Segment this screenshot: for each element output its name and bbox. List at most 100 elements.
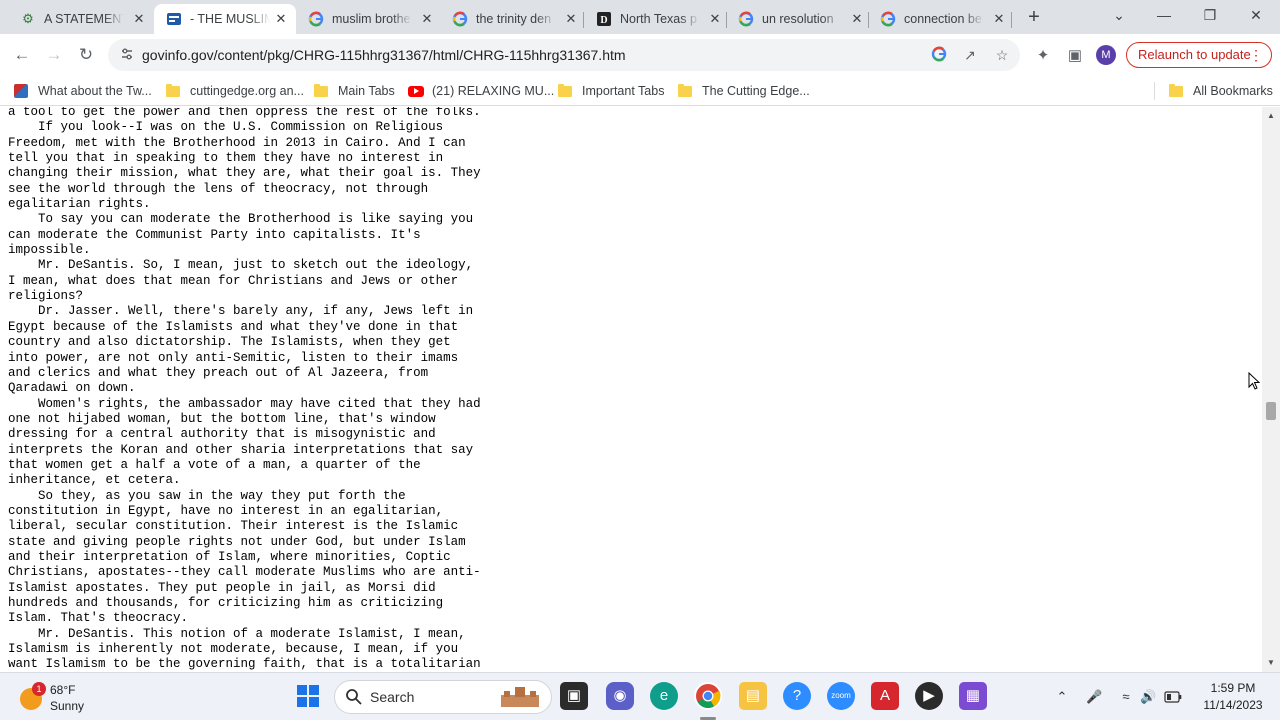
close-icon[interactable]: ✕ <box>564 12 578 26</box>
zoom-icon[interactable]: zoom <box>827 682 855 710</box>
transcript-line: inheritance, et cetera. <box>8 473 181 488</box>
youtube-icon <box>408 85 424 97</box>
google-lens-icon[interactable] <box>930 46 948 64</box>
new-tab-button[interactable]: + <box>1022 6 1046 30</box>
site-info-icon[interactable] <box>120 47 134 61</box>
close-icon[interactable]: ✕ <box>708 12 722 26</box>
transcript-line: Mr. DeSantis. So, I mean, just to sketch… <box>8 258 474 273</box>
task-view-icon[interactable]: ▣ <box>560 682 588 710</box>
transcript-line: Mr. DeSantis. This notion of a moderate … <box>8 626 466 641</box>
file-explorer-icon[interactable]: ▤ <box>739 682 767 710</box>
google-icon <box>880 11 896 27</box>
menu-dots-icon[interactable]: ⋮ <box>1249 43 1263 67</box>
tab-connection-be[interactable]: connection be ✕ <box>868 4 1014 34</box>
folder-icon <box>314 83 328 97</box>
tab-the-muslim[interactable]: - THE MUSLIM ✕ <box>154 4 296 34</box>
bookmark-item[interactable]: Main Tabs <box>314 82 395 100</box>
close-icon[interactable]: ✕ <box>420 12 434 26</box>
restore-icon[interactable]: ❐ <box>1198 4 1222 28</box>
transcript-line: can moderate the Communist Party into ca… <box>8 227 421 242</box>
system-clock[interactable]: 1:59 PM 11/14/2023 <box>1193 680 1273 714</box>
bookmark-item[interactable]: What about the Tw... <box>14 82 152 100</box>
transcript-line: interprets the Koran and other sharia in… <box>8 442 474 457</box>
adobe-acrobat-icon[interactable]: A <box>871 682 899 710</box>
reload-button[interactable]: ↻ <box>73 42 99 68</box>
site-icon <box>14 84 28 98</box>
bookmark-item[interactable]: cuttingedge.org an... <box>166 82 304 100</box>
profile-avatar[interactable]: M <box>1096 45 1116 65</box>
transcript-line: state and giving people rights not under… <box>8 534 466 549</box>
video-editor-icon[interactable]: ▦ <box>959 682 987 710</box>
share-icon[interactable]: ↗ <box>961 46 979 64</box>
forward-button[interactable]: → <box>41 42 67 68</box>
tab-title: A STATEMENT <box>44 12 124 26</box>
tab-un-resolution[interactable]: un resolution ✕ <box>726 4 872 34</box>
transcript-line: I mean, what does that mean for Christia… <box>8 273 459 288</box>
tab-title: the trinity den <box>476 12 552 26</box>
bookmark-star-icon[interactable]: ☆ <box>993 46 1011 64</box>
volume-icon[interactable]: 🔊 <box>1140 688 1156 706</box>
transcript-line: tell you that in speaking to them they h… <box>8 151 444 166</box>
transcript-line: want Islamism to be the governing faith,… <box>8 657 481 672</box>
battery-icon[interactable] <box>1164 688 1182 706</box>
tab-the-trinity-den[interactable]: the trinity den ✕ <box>440 4 586 34</box>
clock-time: 1:59 PM <box>1210 681 1256 695</box>
vertical-scrollbar[interactable]: ▲ ▼ <box>1262 107 1280 672</box>
chrome-browser-icon[interactable] <box>694 682 722 710</box>
publication-icon: D <box>596 11 612 27</box>
close-icon[interactable]: ✕ <box>850 12 864 26</box>
transcript-line: a tool to get the power and then oppress… <box>8 107 481 119</box>
tab-separator <box>726 12 727 28</box>
microphone-icon[interactable]: 🎤 <box>1086 688 1102 706</box>
google-icon <box>308 11 324 27</box>
windows-taskbar: 1 68°F Sunny Search ▣ ◉ e ▤ ? zoom A ▶ ▦… <box>0 672 1280 720</box>
help-icon[interactable]: ? <box>783 682 811 710</box>
gear-icon: ⚙ <box>22 11 34 26</box>
tab-search-icon[interactable]: ⌄ <box>1107 4 1131 28</box>
scrollbar-thumb[interactable] <box>1266 402 1276 420</box>
tab-strip: ⚙ A STATEMENT ✕ - THE MUSLIM ✕ muslim br… <box>0 0 1280 34</box>
windows-start-icon[interactable] <box>294 682 322 710</box>
edge-browser-icon[interactable]: e <box>650 682 678 710</box>
wifi-icon[interactable]: ≈ <box>1118 688 1134 706</box>
transcript-line: religions? <box>8 289 84 304</box>
address-bar[interactable]: govinfo.gov/content/pkg/CHRG-115hhrg3136… <box>108 39 1020 71</box>
scroll-down-arrow-icon[interactable]: ▼ <box>1266 658 1276 668</box>
folder-icon <box>558 83 572 97</box>
search-icon <box>346 689 362 705</box>
transcript-line: If you look--I was on the U.S. Commissio… <box>8 120 444 135</box>
back-button[interactable]: ← <box>9 42 35 68</box>
extensions-icon[interactable]: ✦ <box>1034 47 1052 65</box>
tab-a-statement[interactable]: ⚙ A STATEMENT ✕ <box>8 4 154 34</box>
close-icon[interactable]: ✕ <box>274 12 288 26</box>
transcript-line: country and also dictatorship. The Islam… <box>8 335 451 350</box>
browser-toolbar: ← → ↻ govinfo.gov/content/pkg/CHRG-115hh… <box>0 34 1280 76</box>
close-window-icon[interactable]: ✕ <box>1244 4 1268 28</box>
show-hidden-icons[interactable]: ⌃ <box>1054 688 1070 706</box>
scroll-up-arrow-icon[interactable]: ▲ <box>1266 111 1276 121</box>
notification-badge: 1 <box>32 682 46 696</box>
relaunch-label: Relaunch to update <box>1138 47 1251 62</box>
transcript-line: Islam. That's theocracy. <box>8 611 189 626</box>
url-text[interactable]: govinfo.gov/content/pkg/CHRG-115hhrg3136… <box>142 47 626 63</box>
taskbar-search[interactable]: Search <box>334 680 552 714</box>
bookmark-item[interactable]: Important Tabs <box>558 82 664 100</box>
media-player-icon[interactable]: ▶ <box>915 682 943 710</box>
folder-icon <box>166 83 180 97</box>
transcript-line: Islamism is inherently not moderate, bec… <box>8 642 459 657</box>
relaunch-button[interactable]: Relaunch to update ⋮ <box>1126 42 1272 68</box>
all-bookmarks-label: All Bookmarks <box>1193 84 1273 98</box>
bookmark-item[interactable]: The Cutting Edge... <box>678 82 810 100</box>
tab-muslim-brothe[interactable]: muslim brothe ✕ <box>296 4 442 34</box>
teams-chat-icon[interactable]: ◉ <box>606 682 634 710</box>
all-bookmarks[interactable]: All Bookmarks <box>1154 82 1273 100</box>
transcript-line: changing their mission, what they are, w… <box>8 166 481 181</box>
weather-widget[interactable]: 1 68°F Sunny <box>20 681 130 715</box>
transcript-line: To say you can moderate the Brotherhood … <box>8 212 474 227</box>
side-panel-icon[interactable]: ▣ <box>1066 47 1084 65</box>
minimize-icon[interactable]: — <box>1152 4 1176 28</box>
close-icon[interactable]: ✕ <box>132 12 146 26</box>
close-icon[interactable]: ✕ <box>992 12 1006 26</box>
bookmark-item[interactable]: (21) RELAXING MU... <box>408 82 554 100</box>
tab-north-texas[interactable]: D North Texas p ✕ <box>584 4 730 34</box>
